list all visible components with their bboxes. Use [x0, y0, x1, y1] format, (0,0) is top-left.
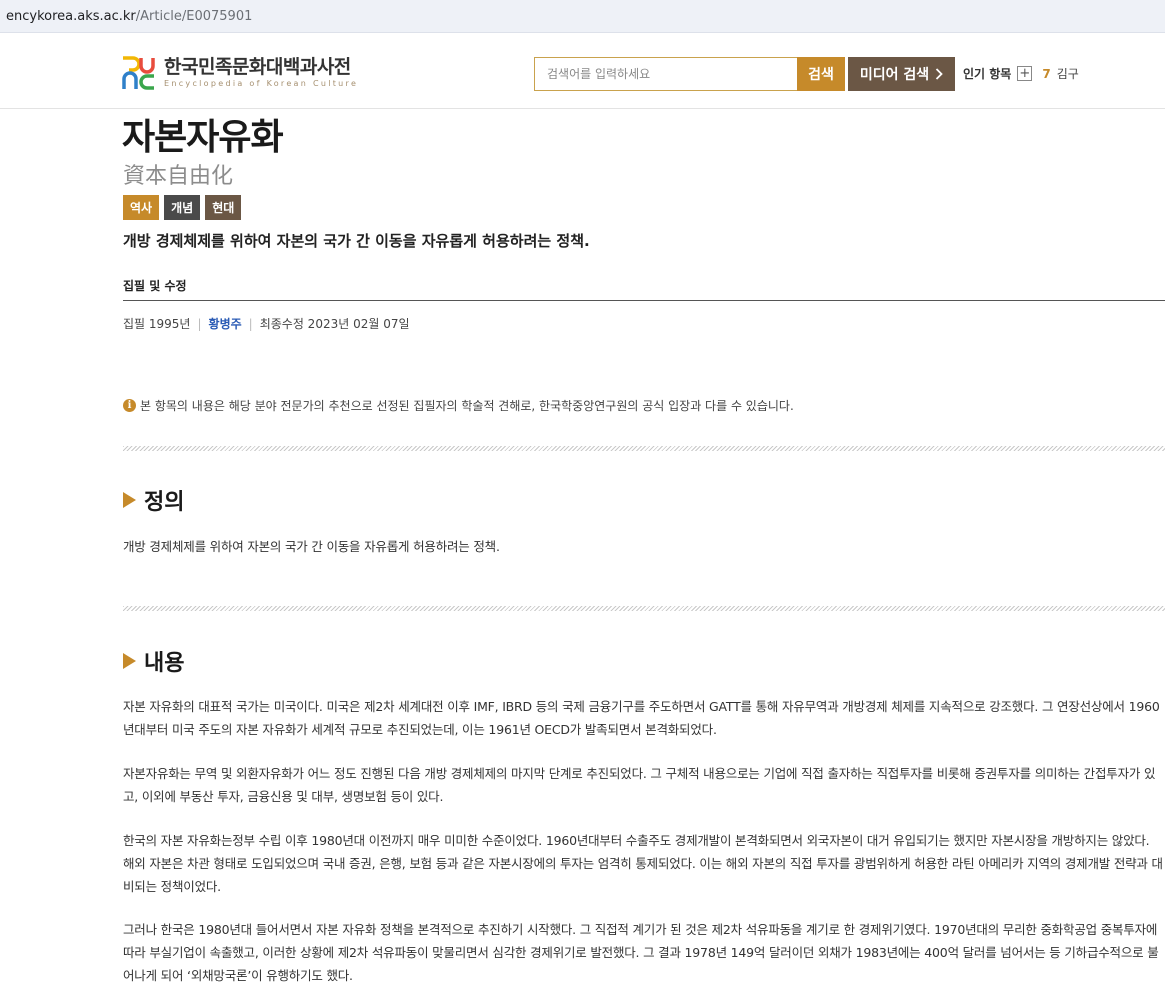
- article-hanja: 資本自由化: [123, 164, 234, 189]
- category-tags: 역사 개념 현대: [123, 195, 242, 220]
- definition-text: 개방 경제체제를 위하여 자본의 국가 간 이동을 자유롭게 허용하려는 정책.: [123, 539, 500, 554]
- url-path: /Article/E0075901: [135, 8, 253, 24]
- content-paragraph: 한국의 자본 자유화는정부 수립 이후 1980년대 이전까지 매우 미미한 수…: [123, 833, 1163, 894]
- definition-heading: 정의: [123, 484, 184, 516]
- section-arrow-icon: [123, 653, 136, 669]
- info-icon: i: [123, 399, 136, 412]
- meta-separator: |: [248, 316, 253, 331]
- content-paragraph: 자본자유화는 무역 및 외환자유화가 어느 정도 진행된 다음 개방 경제체제의…: [123, 766, 1156, 804]
- meta-separator: |: [197, 316, 202, 331]
- article-summary: 개방 경제체제를 위하여 자본의 국가 간 이동을 자유롭게 허용하려는 정책.: [123, 232, 590, 250]
- chevron-right-icon: [936, 68, 943, 80]
- tag-concept[interactable]: 개념: [164, 195, 201, 220]
- address-bar[interactable]: encykorea.aks.ac.kr/Article/E0075901: [0, 0, 1165, 33]
- edit-heading-divider: [123, 300, 1165, 301]
- media-search-button[interactable]: 미디어 검색: [848, 57, 955, 91]
- search-button[interactable]: 검색: [797, 57, 845, 91]
- content-paragraph: 그러나 한국은 1980년대 들어서면서 자본 자유화 정책을 본격적으로 추진…: [123, 922, 1159, 983]
- author-link[interactable]: 황병주: [209, 315, 242, 332]
- popular-items: 인기 항목 + 7 김구: [963, 65, 1079, 82]
- written-year: 집필 1995년: [123, 317, 191, 331]
- url-domain: encykorea.aks.ac.kr: [6, 8, 136, 24]
- media-search-label: 미디어 검색: [859, 67, 930, 83]
- search-box: 검색: [534, 57, 845, 91]
- section-divider: [123, 606, 1165, 611]
- disclaimer-text: 본 항목의 내용은 해당 분야 전문가의 추천으로 선정된 집필자의 학술적 견…: [140, 399, 794, 413]
- site-header: 한국민족문화대백과사전 Encyclopedia of Korean Cultu…: [0, 34, 1165, 109]
- last-modified: 최종수정 2023년 02월 07일: [259, 317, 410, 331]
- search-input[interactable]: [534, 57, 797, 91]
- article-title: 자본자유화: [122, 117, 284, 158]
- content-title: 내용: [144, 651, 185, 676]
- section-arrow-icon: [123, 492, 136, 508]
- popular-expand-plus-icon[interactable]: +: [1017, 66, 1033, 81]
- popular-term-link[interactable]: 김구: [1057, 65, 1079, 82]
- edit-history-heading: 집필 및 수정: [123, 279, 187, 293]
- disclaimer-notice: i 본 항목의 내용은 해당 분야 전문가의 추천으로 선정된 집필자의 학술적…: [123, 397, 794, 414]
- popular-label: 인기 항목: [963, 67, 1012, 81]
- tag-history[interactable]: 역사: [123, 195, 160, 220]
- logo-mark-icon: [122, 56, 156, 90]
- logo-korean-text: 한국민족문화대백과사전: [164, 55, 351, 78]
- content-paragraph: 자본 자유화의 대표적 국가는 미국이다. 미국은 제2차 세계대전 이후 IM…: [123, 699, 1160, 737]
- content-heading: 내용: [123, 645, 184, 677]
- site-logo[interactable]: 한국민족문화대백과사전 Encyclopedia of Korean Cultu…: [122, 56, 358, 90]
- section-divider: [123, 446, 1165, 451]
- popular-rank: 7: [1042, 66, 1051, 81]
- tag-modern[interactable]: 현대: [205, 195, 242, 220]
- logo-english-text: Encyclopedia of Korean Culture: [164, 78, 359, 88]
- article-meta: 집필 1995년 | 황병주 | 최종수정 2023년 02월 07일: [123, 315, 410, 332]
- definition-title: 정의: [144, 490, 185, 515]
